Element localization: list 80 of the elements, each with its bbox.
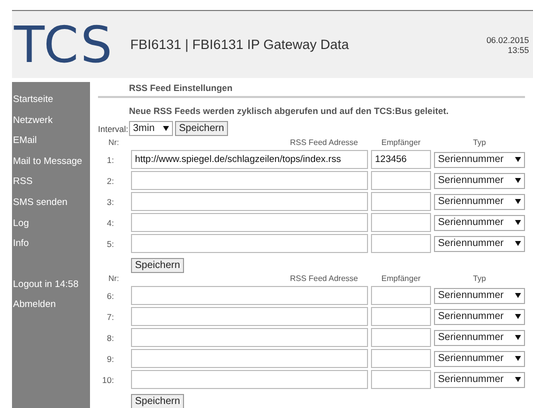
description-text: Neue RSS Feeds werden zyklisch abgerufen und auf den TCS:Bus geleitet. — [128, 106, 450, 118]
dropdown-arrow-icon — [515, 314, 521, 319]
row-number: 2: — [106, 176, 115, 186]
column-header: Typ — [472, 137, 487, 148]
row-number: 10: — [101, 374, 115, 384]
url-input[interactable] — [131, 213, 368, 232]
type-select[interactable]: Seriennummer — [434, 236, 525, 252]
type-select[interactable]: Seriennummer — [434, 372, 525, 388]
row-number: 9: — [106, 354, 115, 364]
dropdown-arrow-icon — [515, 178, 521, 183]
row-number: 6: — [106, 290, 115, 300]
section-title: RSS Feed Einstellungen — [98, 82, 525, 98]
interval-label: Interval: — [98, 124, 127, 134]
sidebar-link[interactable]: Log — [12, 214, 90, 234]
recipient-input[interactable] — [371, 171, 431, 190]
row-number: 1: — [106, 154, 115, 164]
date-text: 06.02.2015 — [486, 34, 529, 44]
dropdown-arrow-icon — [163, 126, 169, 131]
column-header: Typ — [472, 273, 487, 284]
recipient-input[interactable] — [371, 192, 431, 211]
row-number: 8: — [106, 332, 115, 342]
row-number: 7: — [106, 312, 115, 322]
row-number: 3: — [106, 196, 115, 206]
recipient-input[interactable]: 123456 — [371, 150, 431, 169]
dropdown-arrow-icon — [515, 199, 521, 204]
dropdown-arrow-icon — [515, 377, 521, 382]
url-input[interactable] — [131, 192, 368, 211]
column-header: Empfänger — [380, 273, 422, 284]
url-input[interactable] — [131, 171, 368, 190]
type-select[interactable]: Seriennummer — [434, 350, 525, 366]
column-header: RSS Feed Adresse — [288, 273, 359, 284]
recipient-input[interactable] — [371, 307, 431, 326]
url-input[interactable] — [131, 328, 368, 347]
dropdown-arrow-icon — [515, 356, 521, 361]
type-select[interactable]: Seriennummer — [434, 308, 525, 324]
row-number: 4: — [106, 218, 115, 228]
dropdown-arrow-icon — [515, 293, 521, 298]
sidebar-link[interactable]: RSS — [12, 172, 90, 193]
sidebar-link[interactable]: Startseite — [12, 90, 90, 111]
type-select[interactable]: Seriennummer — [434, 288, 525, 304]
logo-text: TCS — [14, 18, 114, 70]
type-select[interactable]: Seriennummer — [434, 214, 525, 230]
dropdown-arrow-icon — [515, 157, 521, 162]
type-select[interactable]: Seriennummer — [434, 152, 525, 168]
type-select[interactable]: Seriennummer — [434, 330, 525, 346]
recipient-input[interactable] — [371, 286, 431, 305]
recipient-input[interactable] — [371, 370, 431, 389]
dropdown-arrow-icon — [515, 220, 521, 225]
sidebar-link[interactable]: Abmelden — [12, 295, 90, 316]
page-title: FBI6131 | FBI6131 IP Gateway Data — [130, 37, 350, 52]
column-header: Nr: — [107, 273, 120, 284]
type-select[interactable]: Seriennummer — [434, 194, 525, 210]
url-input[interactable] — [131, 370, 368, 389]
recipient-input[interactable] — [371, 213, 431, 232]
time-text: 13:55 — [508, 44, 529, 54]
sidebar-link[interactable]: EMail — [12, 131, 90, 152]
save-button[interactable]: Speichern — [175, 121, 228, 136]
type-select[interactable]: Seriennummer — [434, 172, 525, 188]
recipient-input[interactable] — [371, 328, 431, 347]
url-input[interactable] — [131, 349, 368, 368]
column-header: Empfänger — [380, 137, 422, 148]
save-button[interactable]: Speichern — [131, 394, 184, 408]
sidebar-link[interactable]: SMS senden — [12, 192, 90, 214]
sidebar-link[interactable]: Info — [12, 234, 90, 255]
url-input[interactable] — [131, 307, 368, 326]
dropdown-arrow-icon — [515, 335, 521, 340]
interval-select[interactable]: 3min — [129, 121, 173, 136]
url-input[interactable] — [131, 286, 368, 305]
save-button[interactable]: Speichern — [131, 258, 184, 273]
sidebar-link[interactable]: Netzwerk — [12, 110, 90, 132]
sidebar-link[interactable]: Logout in 14:58 — [12, 274, 90, 296]
sidebar-link[interactable]: Mail to Message — [12, 152, 90, 172]
recipient-input[interactable] — [371, 349, 431, 368]
recipient-input[interactable] — [371, 234, 431, 253]
url-input[interactable]: http://www.spiegel.de/schlagzeilen/tops/index.rss — [131, 150, 368, 169]
dropdown-arrow-icon — [515, 241, 521, 246]
column-header: RSS Feed Adresse — [288, 137, 359, 148]
column-header: Nr: — [107, 137, 120, 148]
url-input[interactable] — [131, 234, 368, 253]
row-number: 5: — [106, 238, 115, 248]
